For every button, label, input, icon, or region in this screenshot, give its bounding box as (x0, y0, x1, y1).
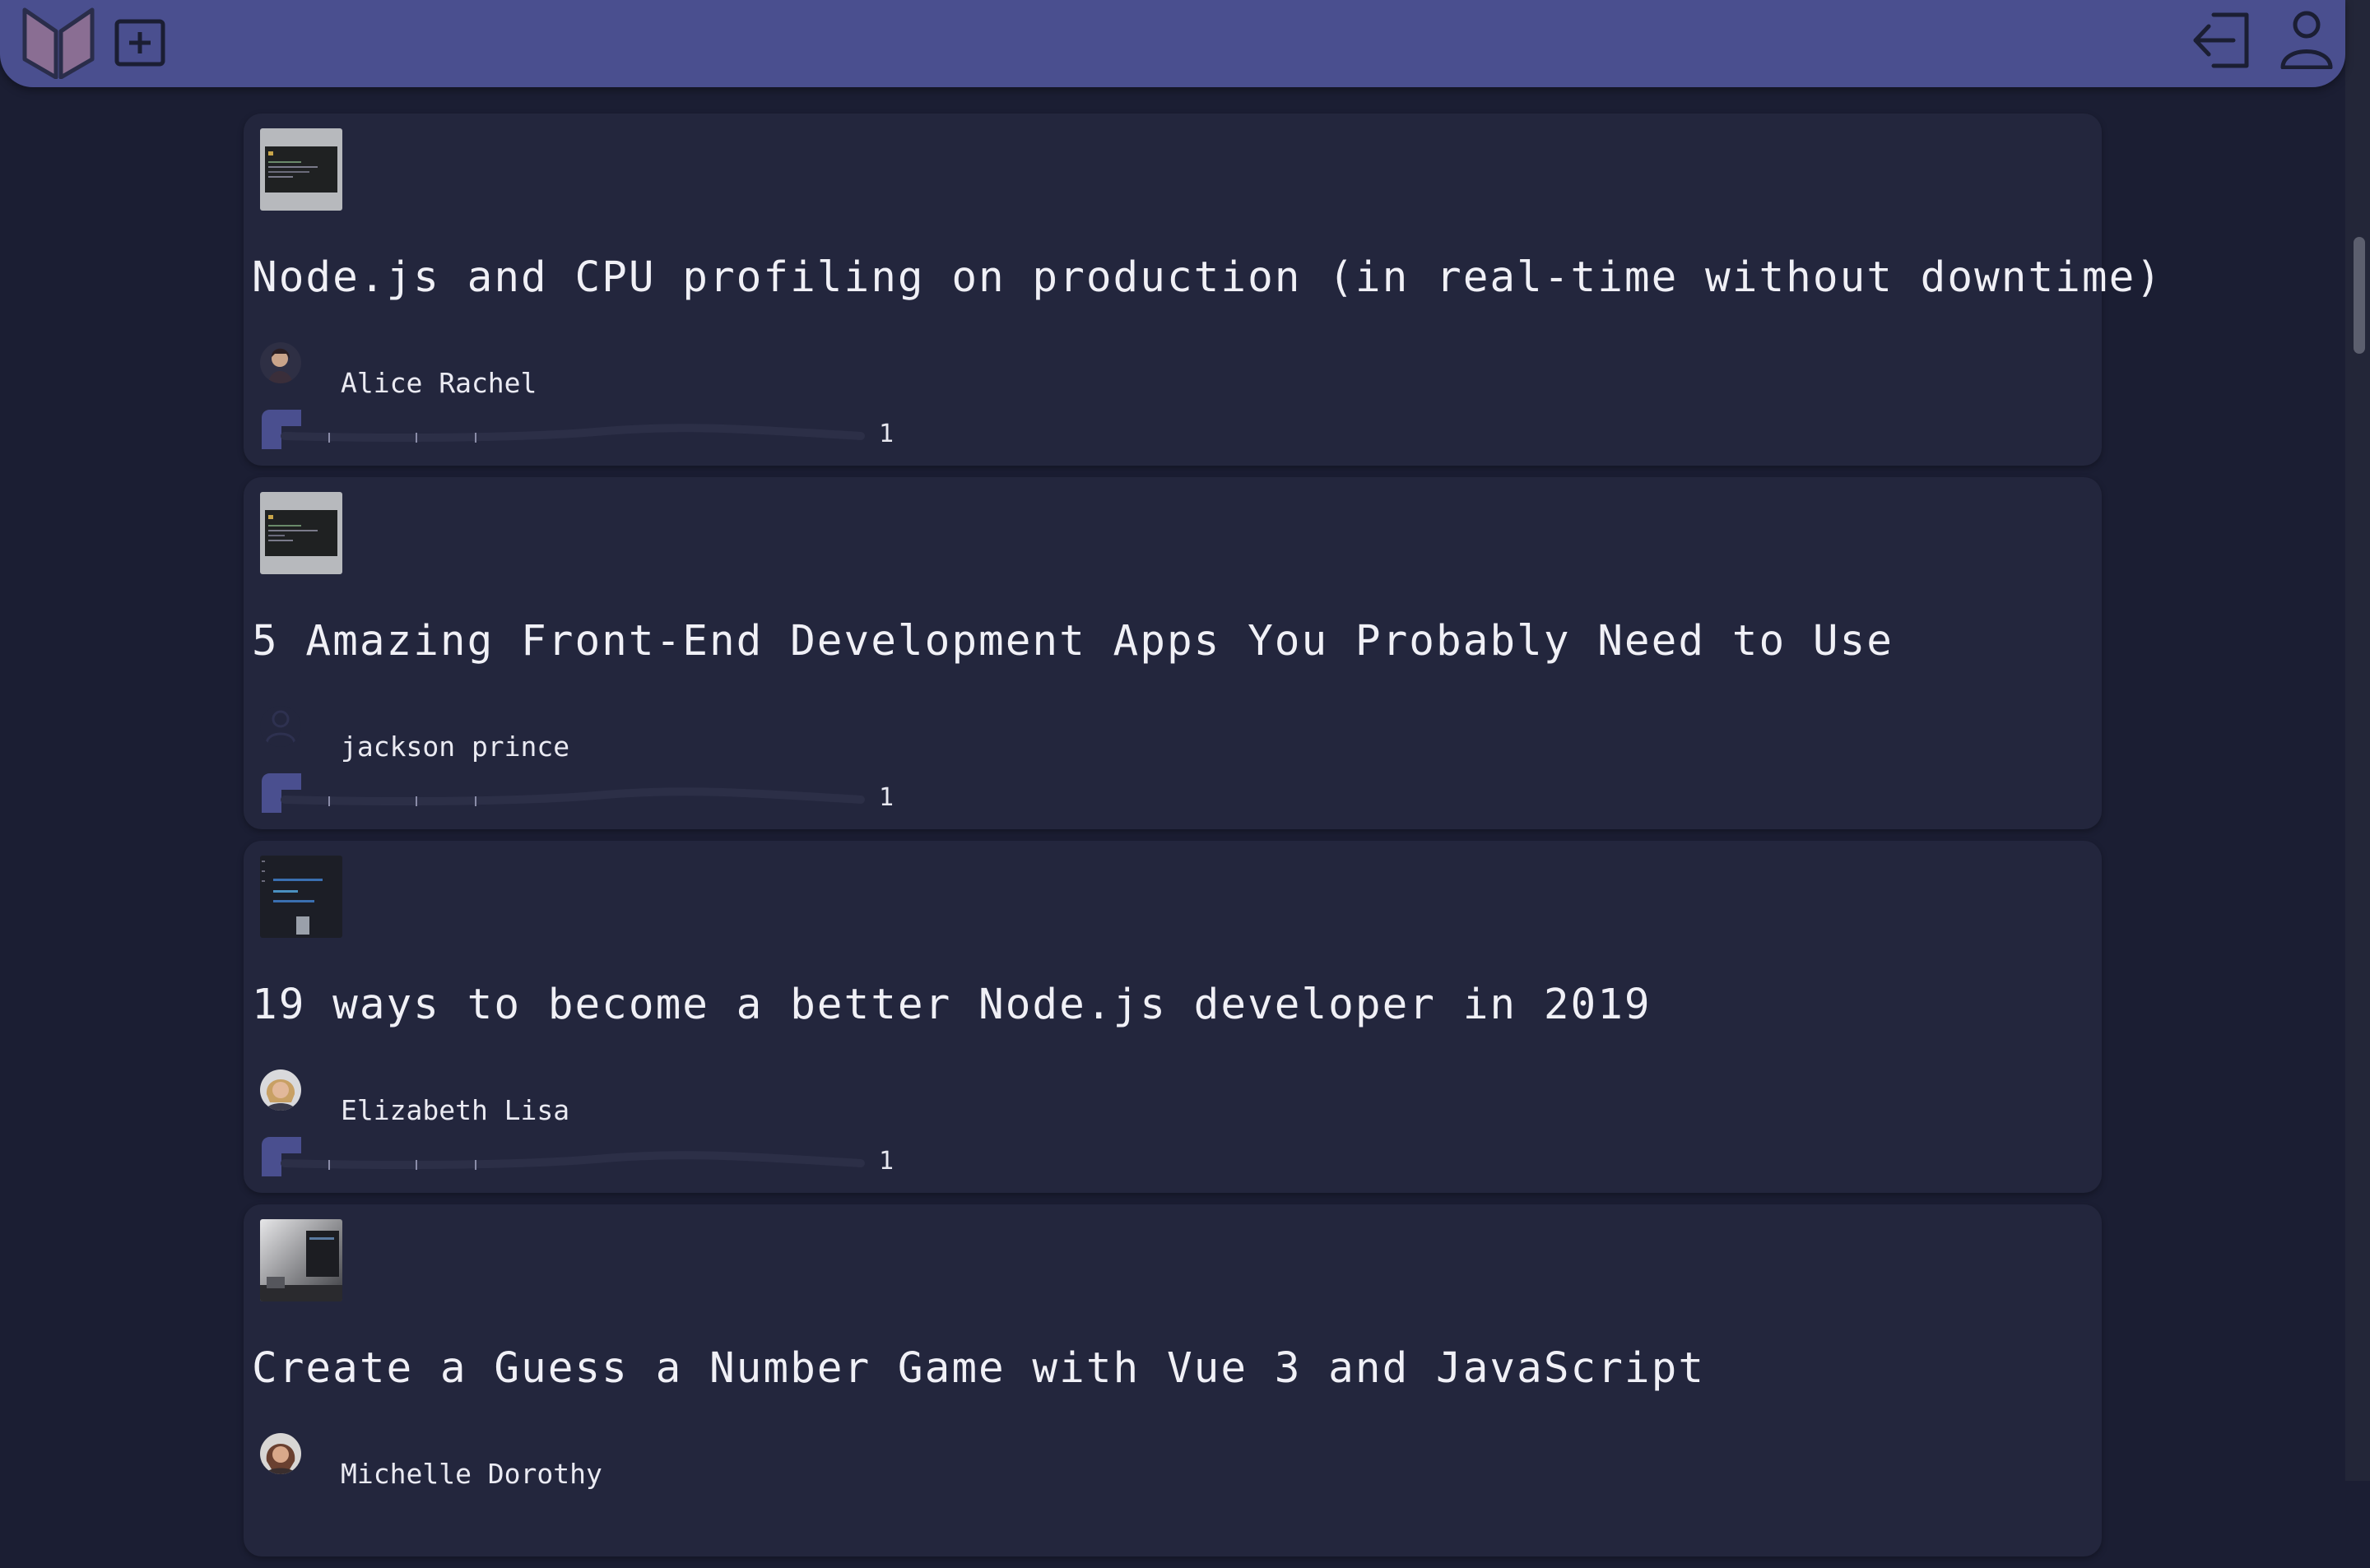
post-title[interactable]: 19 ways to become a better Node.js devel… (252, 981, 1652, 1029)
reaction-track (281, 787, 865, 806)
author-name[interactable]: Elizabeth Lisa (341, 1094, 569, 1126)
author-name[interactable]: Alice Rachel (341, 367, 537, 399)
clap-count: 1 (879, 420, 895, 448)
author-photo-avatar[interactable] (260, 342, 301, 383)
scrollbar-track[interactable] (2345, 0, 2370, 1481)
profile-button[interactable] (2279, 10, 2334, 69)
clap-count: 1 (879, 783, 895, 812)
author-photo-avatar[interactable] (260, 1069, 301, 1111)
clap-button[interactable] (260, 1135, 301, 1176)
author-photo-avatar[interactable] (260, 1433, 301, 1474)
code-editor-thumbnail[interactable] (260, 856, 342, 938)
default-user-avatar[interactable] (260, 706, 301, 747)
desk-photo-thumbnail[interactable] (260, 1219, 342, 1301)
post-card[interactable]: 5 Amazing Front-End Development Apps You… (244, 477, 2102, 829)
clap-count: 1 (879, 1147, 895, 1176)
reaction-bar (260, 772, 918, 813)
plus-square-icon (114, 19, 165, 67)
reaction-track (281, 424, 865, 443)
post-title[interactable]: Node.js and CPU profiling on production … (252, 253, 2163, 302)
post-card[interactable]: 19 ways to become a better Node.js devel… (244, 841, 2102, 1193)
post-card[interactable]: Node.js and CPU profiling on production … (244, 114, 2161, 466)
post-feed: Node.js and CPU profiling on production … (244, 114, 2161, 1568)
reaction-bar (260, 408, 918, 449)
book-logo-icon[interactable] (21, 7, 95, 79)
user-icon (2280, 11, 2333, 69)
author-name[interactable]: Michelle Dorothy (341, 1458, 602, 1490)
clap-button[interactable] (260, 408, 301, 449)
scrollbar-thumb[interactable] (2354, 237, 2365, 354)
code-screenshot-thumbnail[interactable] (260, 128, 342, 211)
post-title[interactable]: 5 Amazing Front-End Development Apps You… (252, 617, 1894, 666)
code-screenshot-thumbnail[interactable] (260, 492, 342, 574)
reaction-track (281, 1151, 865, 1170)
clap-button[interactable] (260, 772, 301, 813)
post-card[interactable]: Create a Guess a Number Game with Vue 3 … (244, 1204, 2102, 1556)
top-navigation-bar (0, 0, 2345, 87)
logout-icon (2193, 12, 2249, 68)
logout-button[interactable] (2189, 12, 2252, 69)
post-title[interactable]: Create a Guess a Number Game with Vue 3 … (252, 1344, 1705, 1393)
reaction-bar (260, 1135, 918, 1176)
add-post-button[interactable] (114, 18, 166, 67)
author-name[interactable]: jackson prince (341, 731, 569, 763)
